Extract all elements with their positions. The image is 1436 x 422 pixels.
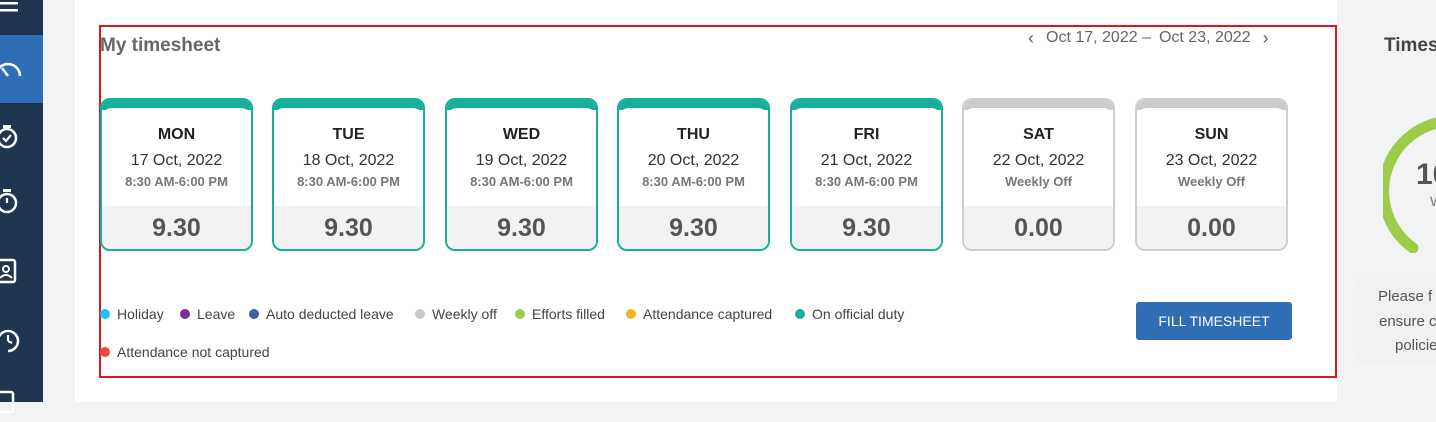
day-name: TUE [332, 126, 365, 143]
day-name: WED [502, 126, 541, 143]
day-date: 22 Oct, 2022 [992, 152, 1085, 169]
day-name: MON [157, 126, 196, 143]
profile-card-icon[interactable] [0, 250, 43, 292]
day-shift: Weekly Off [1005, 174, 1072, 189]
legend-item-leave: Leave [180, 306, 235, 322]
range-end: Oct 23, 2022 [1158, 29, 1251, 46]
day-shift: 8:30 AM-6:00 PM [815, 174, 918, 189]
legend-dot [415, 309, 425, 319]
day-shift: 8:30 AM-6:00 PM [297, 174, 400, 189]
timer-icon[interactable] [0, 180, 43, 222]
legend-label: Attendance not captured [117, 344, 270, 360]
legend-item-auto-deducted-leave: Auto deducted leave [249, 306, 394, 322]
day-date: 17 Oct, 2022 [130, 152, 223, 169]
day-shift: Weekly Off [1178, 174, 1245, 189]
day-date: 23 Oct, 2022 [1165, 152, 1258, 169]
page-title: My timesheet [100, 35, 221, 56]
day-card-wed[interactable]: WED 19 Oct, 2022 8:30 AM-6:00 PM 9.30 [445, 98, 598, 251]
legend-label: Auto deducted leave [266, 306, 394, 322]
legend-dot [795, 309, 805, 319]
day-shift: 8:30 AM-6:00 PM [642, 174, 745, 189]
legend-item-efforts-filled: Efforts filled [515, 306, 605, 322]
dashboard-icon[interactable] [0, 35, 43, 103]
range-start: Oct 17, 2022 – [1046, 29, 1151, 46]
document-icon[interactable] [0, 380, 43, 422]
legend-label: Holiday [117, 306, 164, 322]
date-range: ‹ Oct 17, 2022 – Oct 23, 2022 › [1020, 28, 1277, 48]
legend-item-on-official-duty: On official duty [795, 306, 904, 322]
day-shift: 8:30 AM-6:00 PM [125, 174, 228, 189]
day-date: 20 Oct, 2022 [647, 152, 740, 169]
day-name: SAT [1023, 126, 1054, 143]
legend-label: Leave [197, 306, 236, 322]
right-panel-title: Times [1384, 35, 1436, 56]
day-hours: 9.30 [619, 206, 768, 249]
day-shift: 8:30 AM-6:00 PM [470, 174, 573, 189]
day-hours: 9.30 [102, 206, 251, 249]
legend-dot [100, 309, 110, 319]
clock-check-icon[interactable] [0, 116, 43, 158]
day-card-tue[interactable]: TUE 18 Oct, 2022 8:30 AM-6:00 PM 9.30 [272, 98, 425, 251]
legend-dot [100, 347, 110, 357]
day-card-sat[interactable]: SAT 22 Oct, 2022 Weekly Off 0.00 [962, 98, 1115, 251]
day-date: 19 Oct, 2022 [475, 152, 568, 169]
day-name: SUN [1194, 126, 1229, 143]
refresh-clock-icon[interactable] [0, 320, 43, 362]
day-hours: 0.00 [1137, 206, 1286, 249]
legend-dot [249, 309, 259, 319]
legend-label: Attendance captured [643, 306, 773, 322]
info-line: ensure c [1379, 313, 1436, 330]
chevron-right-icon[interactable]: › [1255, 28, 1277, 49]
day-name: THU [677, 126, 710, 143]
info-line: policie [1395, 337, 1436, 354]
legend-item-holiday: Holiday [100, 306, 164, 322]
policy-info-box: Please f ensure c policie [1354, 279, 1436, 363]
sidebar [0, 0, 43, 414]
info-line: Please f [1378, 288, 1433, 305]
menu-icon[interactable] [0, 0, 43, 28]
fill-timesheet-button[interactable]: FILL TIMESHEET [1136, 302, 1292, 340]
legend-item-attendance-not-captured: Attendance not captured [100, 344, 270, 360]
day-date: 21 Oct, 2022 [820, 152, 913, 169]
day-name: FRI [853, 126, 880, 143]
day-card-thu[interactable]: THU 20 Oct, 2022 8:30 AM-6:00 PM 9.30 [617, 98, 770, 251]
legend-label: On official duty [812, 306, 905, 322]
chevron-left-icon[interactable]: ‹ [1020, 28, 1042, 49]
day-hours: 9.30 [447, 206, 596, 249]
legend-dot [180, 309, 190, 319]
legend-dot [515, 309, 525, 319]
legend-item-weekly-off: Weekly off [415, 306, 497, 322]
legend-item-attendance-captured: Attendance captured [626, 306, 772, 322]
gauge-value: 10 [1416, 158, 1436, 191]
day-hours: 9.30 [792, 206, 941, 249]
legend-dot [626, 309, 636, 319]
legend-label: Weekly off [432, 306, 497, 322]
day-card-fri[interactable]: FRI 21 Oct, 2022 8:30 AM-6:00 PM 9.30 [790, 98, 943, 251]
gauge-subtitle: W [1430, 193, 1436, 209]
day-hours: 0.00 [964, 206, 1113, 249]
legend-label: Efforts filled [532, 306, 605, 322]
day-date: 18 Oct, 2022 [302, 152, 395, 169]
day-hours: 9.30 [274, 206, 423, 249]
day-card-sun[interactable]: SUN 23 Oct, 2022 Weekly Off 0.00 [1135, 98, 1288, 251]
day-card-mon[interactable]: MON 17 Oct, 2022 8:30 AM-6:00 PM 9.30 [100, 98, 253, 251]
